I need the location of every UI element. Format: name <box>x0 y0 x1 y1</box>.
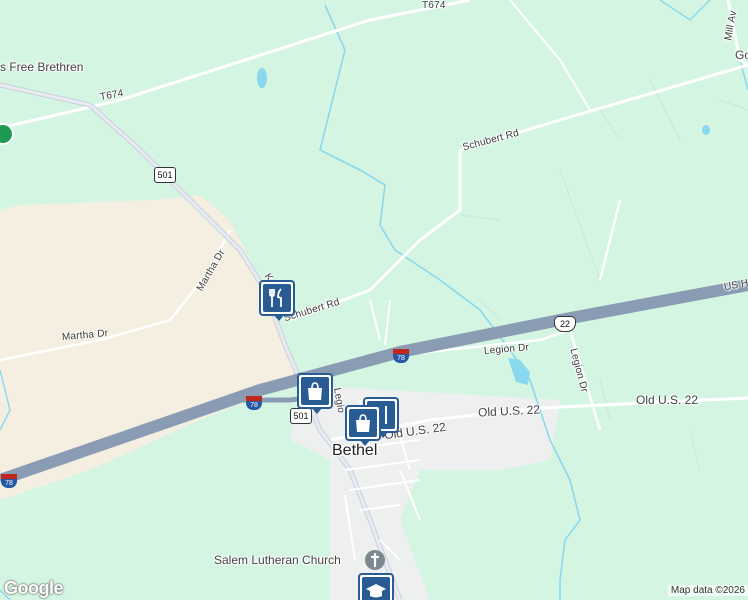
interstate-78-shield-a: 78 <box>393 349 409 363</box>
map-attribution[interactable]: Map data ©2026 <box>667 585 748 596</box>
stream-top-right <box>659 0 711 21</box>
road-top-right <box>509 0 591 111</box>
school-pin[interactable] <box>358 573 394 600</box>
pond-2 <box>702 125 710 135</box>
google-logo[interactable]: Google <box>4 578 64 599</box>
church-cross-icon[interactable] <box>365 550 385 570</box>
road-schubert-conn <box>289 150 462 322</box>
route-501-shield-bottom: 501 <box>290 408 312 424</box>
fork-knife-icon <box>269 288 282 307</box>
church-label-top: s Free Brethren <box>0 60 84 74</box>
shopping-bag-icon <box>356 414 370 432</box>
pond-3 <box>508 358 530 385</box>
interstate-78-shield-b: 78 <box>246 396 262 410</box>
road-label-t674-top: T674 <box>422 0 446 11</box>
shopping-bag-icon <box>308 382 322 400</box>
pond-1 <box>257 68 267 88</box>
shopping-pin[interactable] <box>297 373 333 414</box>
graduation-cap-icon <box>366 584 386 598</box>
route-501-shield-top: 501 <box>154 167 176 183</box>
us-22-shield: 22 <box>554 316 576 332</box>
church-label-bottom: Salem Lutheran Church <box>214 553 341 567</box>
restaurant-pin[interactable] <box>259 280 295 321</box>
place-label-top-right: Go <box>735 48 748 62</box>
interstate-78-shield-c: 78 <box>1 474 17 488</box>
field-area <box>0 195 300 500</box>
shopping-pin-town[interactable] <box>345 405 381 446</box>
map-view[interactable]: s Free Brethren T674 T674 Schubert Rd Sc… <box>0 0 748 600</box>
local-road <box>369 299 391 346</box>
road-label-old-us22-c: Old U.S. 22 <box>636 393 699 407</box>
